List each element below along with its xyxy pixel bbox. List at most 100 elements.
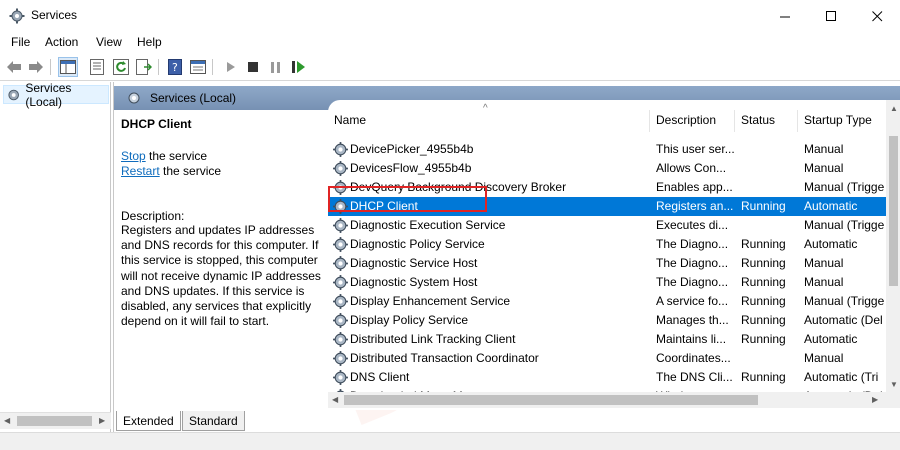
services-gear-icon [128,92,140,104]
cell-description: Maintains li... [656,332,727,346]
table-row[interactable]: DevicesFlow_4955b4b Allows Con... Manual [328,159,886,178]
scroll-thumb[interactable] [344,395,758,405]
service-gear-icon [333,275,348,290]
description-label: Description: [121,209,185,223]
table-row[interactable]: Display Enhancement Service A service fo.… [328,292,886,311]
view-tabs: Extended Standard [0,411,900,432]
cell-name: Distributed Transaction Coordinator [350,351,539,365]
start-service-button[interactable] [221,57,241,77]
menu-action[interactable]: Action [45,35,78,49]
scroll-up-icon[interactable]: ▲ [890,104,898,113]
cell-startup-type: Manual (Trigge [804,218,885,232]
table-row[interactable]: DevicePicker_4955b4b This user ser... Manu… [328,140,886,159]
service-gear-icon [333,256,348,271]
table-row[interactable]: Diagnostic Policy Service The Diagno... Ru… [328,235,886,254]
services-gear-icon [9,8,25,24]
close-button[interactable] [854,0,900,32]
view-button[interactable] [188,57,208,77]
list-horizontal-scrollbar[interactable]: ◀ ▶ [328,392,900,408]
cell-startup-type: Manual (Trigge [804,180,885,194]
service-gear-icon [333,237,348,252]
pause-icon [271,61,280,73]
maximize-button[interactable] [808,0,854,32]
column-header-name[interactable]: Name [334,113,366,131]
stop-action: Stop the service [121,149,207,163]
column-header-startup-type[interactable]: Startup Type [804,113,872,131]
cell-description: Enables app... [656,180,733,194]
view-list-icon [190,60,206,74]
scroll-right-icon[interactable]: ▶ [872,395,878,404]
menu-view[interactable]: View [96,35,122,49]
menu-file[interactable]: File [11,35,30,49]
menu-help[interactable]: Help [137,35,162,49]
cell-status: Running [741,199,786,213]
service-gear-icon [333,332,348,347]
cell-name: Diagnostic Service Host [350,256,478,270]
pause-service-button[interactable] [266,57,286,77]
refresh-button[interactable] [111,57,131,77]
back-arrow-icon [7,61,21,73]
services-pane: DevicesTricks Services (Local) DHCP Clie… [113,61,900,450]
stop-suffix: the service [145,149,208,163]
table-row[interactable]: Distributed Link Tracking Client Maintain… [328,330,886,349]
refresh-icon [113,59,129,75]
back-button[interactable] [4,57,24,77]
table-row[interactable]: Display Policy Service Manages th... Runni… [328,311,886,330]
table-row[interactable]: DNS Client The DNS Cli... Running Automatic… [328,368,886,387]
sort-ascending-icon: ^ [483,103,488,114]
service-gear-icon [333,161,348,176]
cell-description: Registers an... [656,199,734,213]
column-header-description[interactable]: Description [656,113,716,131]
table-row[interactable]: Diagnostic Service Host The Diagno... Runn… [328,254,886,273]
services-list: ^ Name Description Status Startup Type D… [328,100,900,410]
export-list-button[interactable] [134,57,154,77]
service-detail-panel: DHCP Client Stop the service Restart the… [114,110,321,410]
service-description: Registers and updates IP addresses and D… [121,223,321,329]
cell-description: The Diagno... [656,237,729,251]
close-icon [871,10,882,21]
cell-startup-type: Automatic [804,237,858,251]
service-gear-icon [333,351,348,366]
properties-icon [90,59,104,75]
cell-startup-type: Manual [804,275,844,289]
maximize-icon [825,10,836,21]
cell-name: Display Policy Service [350,313,469,327]
cell-startup-type: Automatic [804,332,858,346]
console-tree: Services (Local) ◀ ▶ [0,81,111,432]
restart-service-link[interactable]: Restart [121,164,160,178]
cell-startup-type: Automatic (Del [804,313,883,327]
restart-service-button[interactable] [289,57,309,77]
properties-button[interactable] [87,57,107,77]
forward-button[interactable] [26,57,46,77]
cell-description: The DNS Cli... [656,370,733,384]
tab-extended[interactable]: Extended [116,411,181,431]
restart-icon [292,61,305,73]
minimize-button[interactable] [762,0,808,32]
column-header-status[interactable]: Status [741,113,775,131]
cell-startup-type: Manual [804,256,844,270]
toolbar: ? [0,53,900,81]
tab-standard[interactable]: Standard [182,411,245,431]
tree-item-services-local[interactable]: Services (Local) [3,81,109,109]
help-button[interactable]: ? [165,57,185,77]
table-row[interactable]: Distributed Transaction Coordinator Coord… [328,349,886,368]
cell-status: Running [741,294,786,308]
scroll-thumb[interactable] [889,136,898,286]
scroll-left-icon[interactable]: ◀ [332,395,338,404]
play-icon [227,62,235,72]
svg-text:?: ? [172,61,178,74]
service-gear-icon [333,313,348,328]
scroll-down-icon[interactable]: ▼ [890,380,898,389]
stop-service-link[interactable]: Stop [121,149,146,163]
stop-icon [248,62,258,72]
service-gear-icon [333,142,348,157]
table-row[interactable]: Diagnostic System Host The Diagno... Runni… [328,273,886,292]
window-title: Services [31,8,78,22]
cell-status: Running [741,313,786,327]
stop-service-button[interactable] [243,57,263,77]
list-vertical-scrollbar[interactable]: ▲ ▼ [886,100,900,392]
selected-service-title: DHCP Client [121,117,192,131]
cell-startup-type: Manual (Trigge [804,294,885,308]
table-row[interactable]: Diagnostic Execution Service Executes di.… [328,216,886,235]
show-tree-button[interactable] [58,57,78,77]
